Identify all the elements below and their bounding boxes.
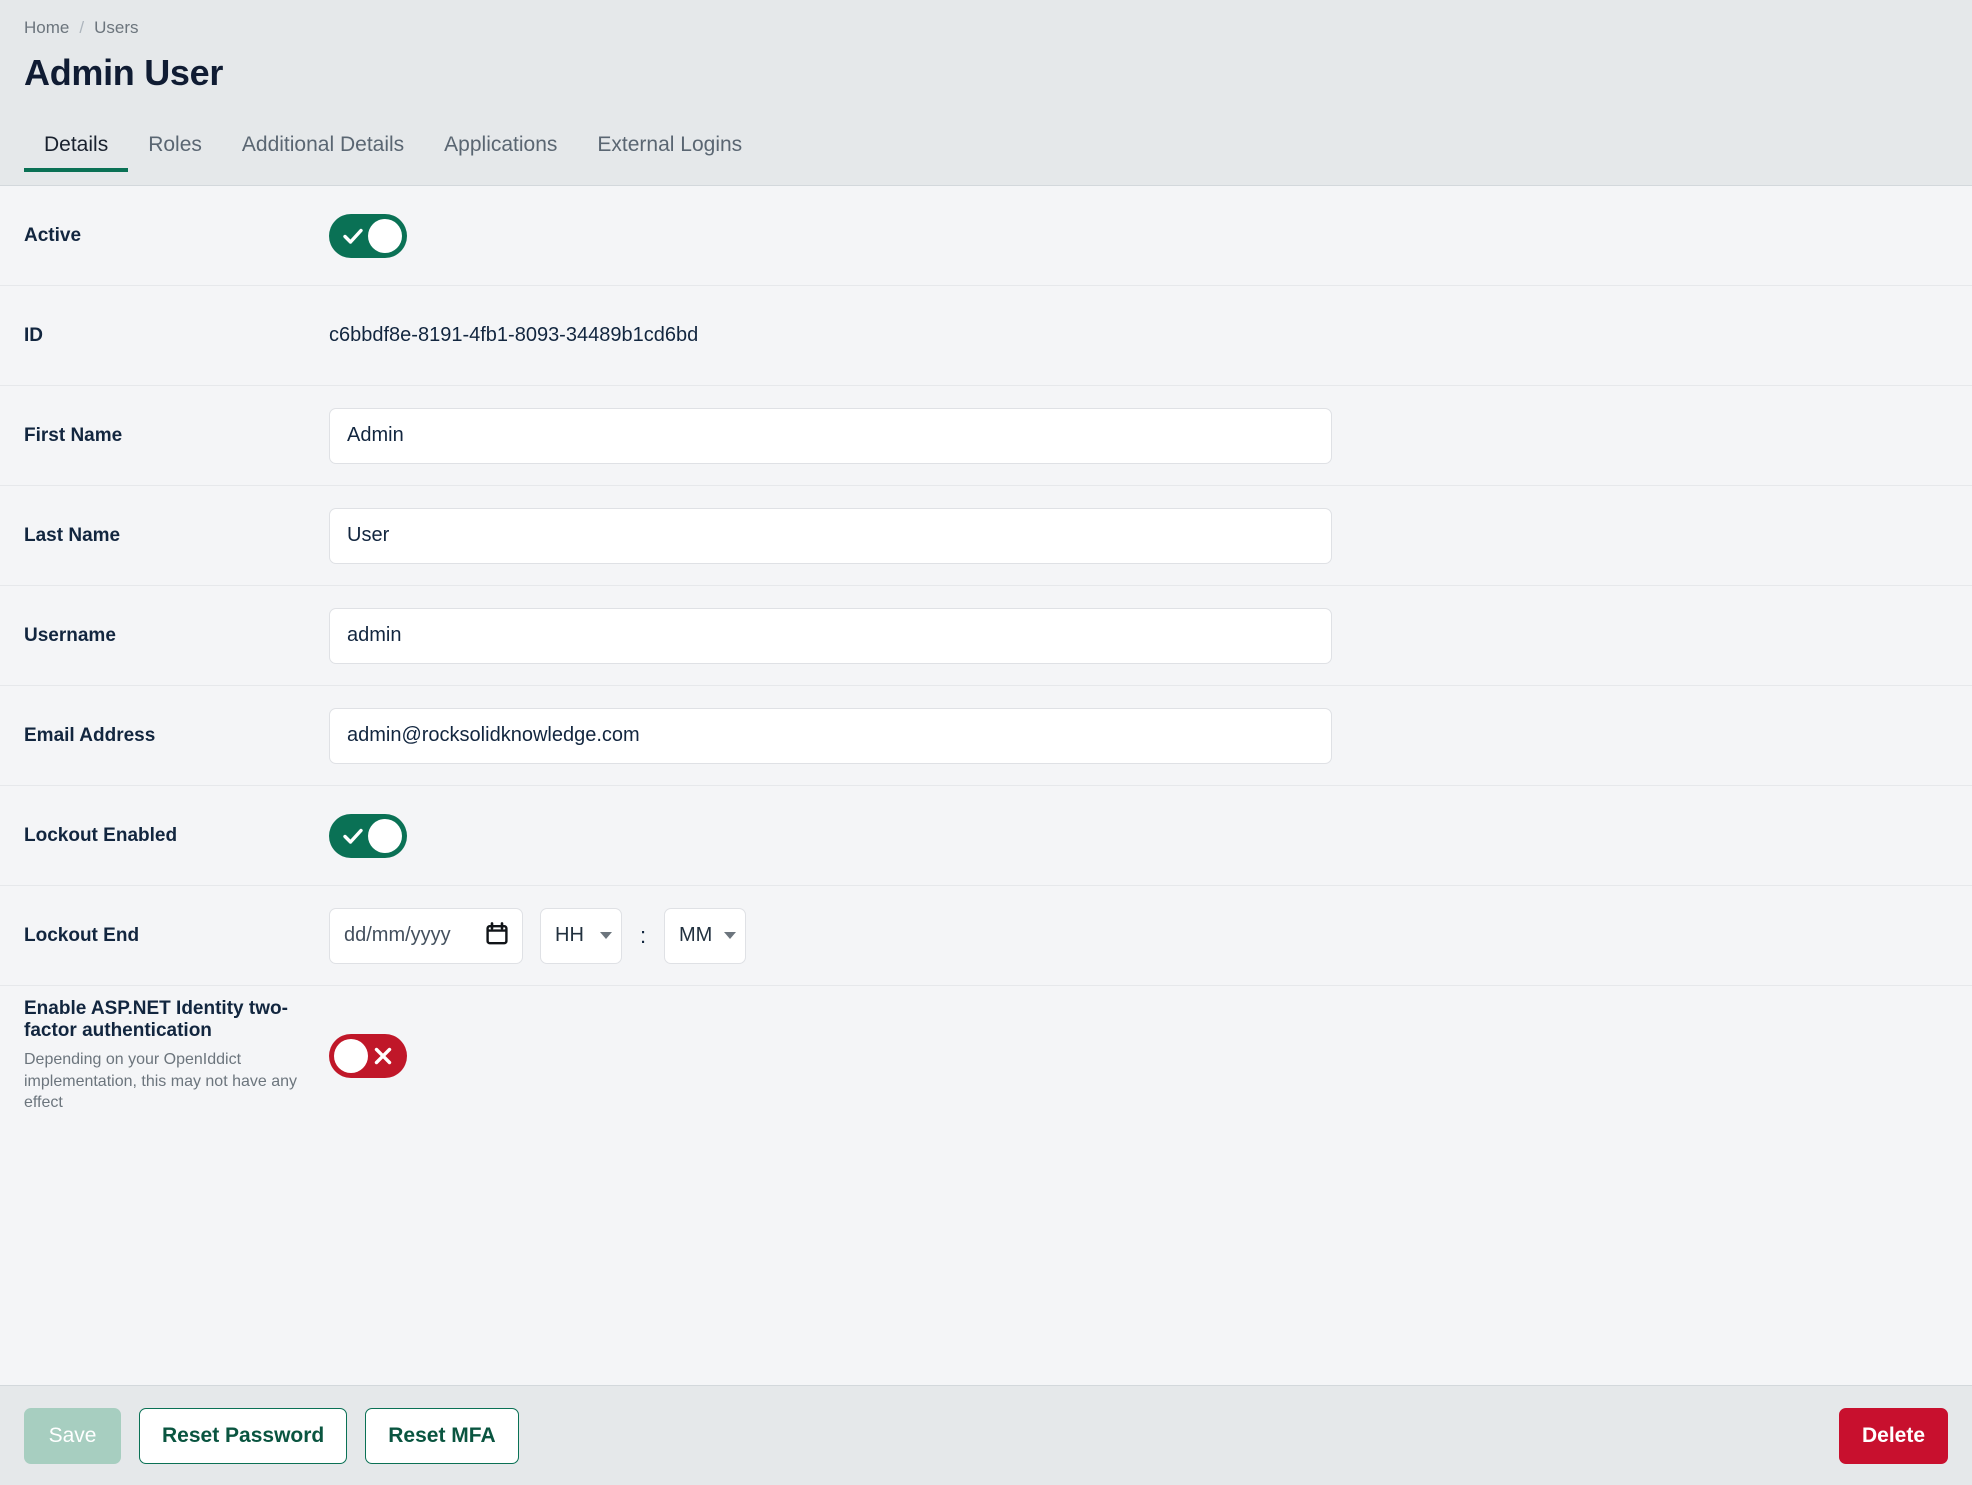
lockout-end-controls: dd/mm/yyyy HH: MM [329, 907, 746, 964]
value-id: c6bbdf8e-8191-4fb1-8093-34489b1cd6bd [329, 324, 699, 346]
tab-applications[interactable]: Applications [424, 134, 577, 172]
tab-external-logins[interactable]: External Logins [577, 134, 762, 172]
tab-bar: Details Roles Additional Details Applica… [0, 114, 1972, 172]
row-two-factor: Enable ASP.NET Identity two-factor authe… [0, 986, 1972, 1126]
toggle-knob [368, 218, 402, 253]
field-first-name [329, 407, 1926, 464]
row-active: Active [0, 186, 1972, 286]
action-bar: Save Reset Password Reset MFA Delete [0, 1385, 1972, 1485]
time-separator: : [639, 922, 647, 948]
reset-password-button[interactable]: Reset Password [139, 1407, 348, 1464]
delete-button[interactable]: Delete [1838, 1407, 1948, 1464]
tab-additional-details[interactable]: Additional Details [222, 134, 424, 172]
row-lockout-end: Lockout End dd/mm/yyyy HH: MM [0, 886, 1972, 986]
details-form: Active ID c6bbdf8e-8191-4fb1-8093-34489b… [0, 186, 1972, 1385]
chevron-down-icon [600, 932, 612, 939]
close-icon [366, 1034, 400, 1078]
breadcrumb-item-users[interactable]: Users [94, 18, 138, 38]
label-lockout-end: Lockout End [24, 924, 140, 946]
label-id: ID [24, 324, 43, 346]
tab-details[interactable]: Details [24, 134, 129, 172]
first-name-input[interactable] [329, 407, 1332, 464]
lockout-end-minute-select[interactable]: MM [664, 907, 746, 964]
hour-value: HH [555, 924, 584, 946]
page-title: Admin User [24, 52, 224, 93]
field-id: c6bbdf8e-8191-4fb1-8093-34489b1cd6bd [329, 324, 1926, 347]
field-active [329, 213, 1926, 258]
chevron-down-icon [724, 932, 736, 939]
minute-value: MM [679, 924, 713, 946]
row-first-name: First Name [0, 386, 1972, 486]
breadcrumb-separator: / [79, 18, 85, 37]
two-factor-description: Depending on your OpenIddict implementat… [24, 1051, 298, 1112]
label-lockout-enabled: Lockout Enabled [24, 824, 178, 846]
lockout-end-date-input[interactable]: dd/mm/yyyy [329, 907, 523, 964]
email-input[interactable] [329, 707, 1332, 764]
label-active: Active [24, 224, 82, 246]
toggle-two-factor[interactable] [329, 1034, 407, 1078]
user-details-page: Home / Users Admin User Details Roles Ad… [0, 0, 1972, 1485]
page-header: Home / Users Admin User Details Roles Ad… [0, 0, 1972, 186]
label-first-name: First Name [24, 424, 123, 446]
toggle-lockout-enabled[interactable] [329, 813, 407, 858]
field-username [329, 607, 1926, 664]
toggle-knob [368, 818, 402, 853]
field-email [329, 707, 1926, 764]
toggle-knob [334, 1039, 368, 1073]
row-last-name: Last Name [0, 486, 1972, 586]
field-two-factor [329, 1034, 1926, 1078]
label-last-name: Last Name [24, 524, 121, 546]
label-username: Username [24, 624, 116, 646]
field-last-name [329, 507, 1926, 564]
row-id: ID c6bbdf8e-8191-4fb1-8093-34489b1cd6bd [0, 286, 1972, 386]
label-email: Email Address [24, 724, 156, 746]
tab-roles[interactable]: Roles [128, 134, 222, 172]
breadcrumb: Home / Users [0, 16, 1972, 40]
last-name-input[interactable] [329, 507, 1332, 564]
save-button[interactable]: Save [24, 1407, 121, 1464]
row-lockout-enabled: Lockout Enabled [0, 786, 1972, 886]
lockout-end-hour-select[interactable]: HH [540, 907, 622, 964]
two-factor-title: Enable ASP.NET Identity two-factor authe… [24, 998, 288, 1042]
row-email: Email Address [0, 686, 1972, 786]
breadcrumb-item-home[interactable]: Home [24, 18, 69, 38]
field-lockout-enabled [329, 813, 1926, 858]
toggle-active[interactable] [329, 213, 407, 258]
date-placeholder-text: dd/mm/yyyy [344, 924, 451, 946]
check-icon [336, 814, 370, 858]
username-input[interactable] [329, 607, 1332, 664]
label-two-factor: Enable ASP.NET Identity two-factor authe… [24, 998, 329, 1114]
field-lockout-end: dd/mm/yyyy HH: MM [329, 907, 1926, 964]
check-icon [336, 214, 370, 258]
reset-mfa-button[interactable]: Reset MFA [365, 1407, 519, 1464]
calendar-icon[interactable] [486, 921, 508, 950]
row-username: Username [0, 586, 1972, 686]
